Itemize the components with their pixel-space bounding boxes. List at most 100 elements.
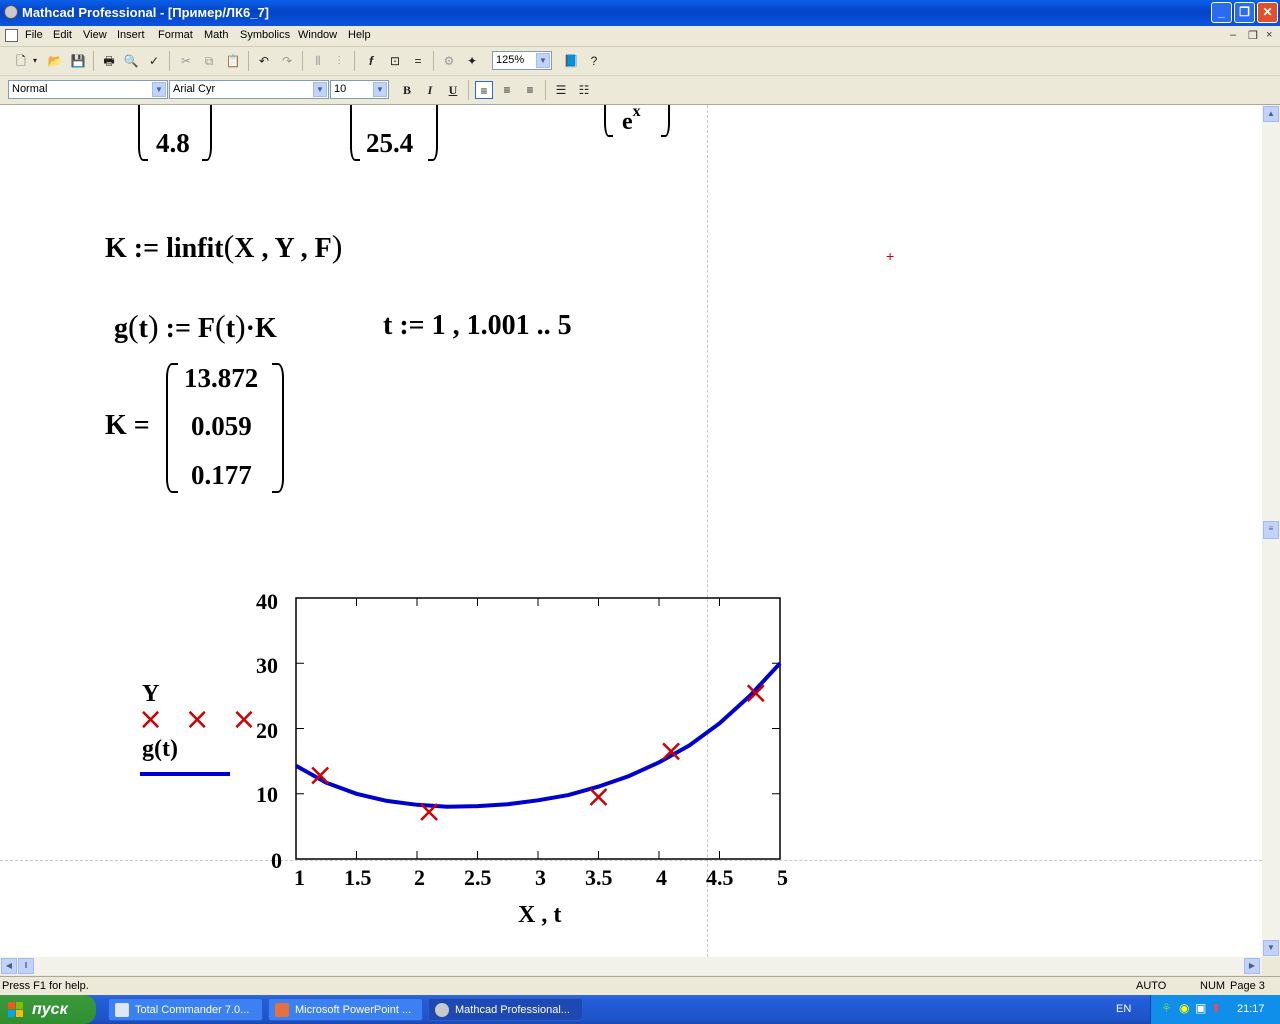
resources-icon[interactable]: 📘 [562,52,580,70]
status-calc-mode[interactable]: AUTO [1136,980,1166,992]
plot-frame [295,597,781,860]
print-icon[interactable]: 🖶 [100,52,118,70]
chevron-down-icon[interactable]: ▼ [536,53,550,68]
align-center-icon[interactable]: ≡ [498,81,516,99]
scroll-right-icon[interactable]: ▶ [1244,958,1260,974]
insert-unit-icon[interactable]: ⊡ [386,52,404,70]
mathcad-icon [435,1003,449,1017]
scroll-thumb[interactable]: ≡ [1263,521,1279,539]
doc-close-icon[interactable]: × [1266,29,1272,41]
scroll-left-icon[interactable]: ◀ [1,958,17,974]
doc-minimize-icon[interactable]: – [1230,29,1236,41]
clock[interactable]: 21:17 [1237,1003,1265,1015]
align-left-icon[interactable]: ≡ [475,81,493,99]
menu-edit[interactable]: Edit [53,29,72,41]
paste-icon[interactable]: 📋 [224,52,242,70]
menu-symbolics[interactable]: Symbolics [240,29,290,41]
data-point-marker [589,788,608,806]
new-dropdown-icon[interactable]: ▾ [30,52,40,70]
insert-component-icon[interactable]: ⚙ [440,52,458,70]
vector-y-last[interactable]: 25.4 [366,128,413,159]
k-result-label[interactable]: K = [105,410,150,442]
chevron-down-icon[interactable]: ▼ [373,82,387,97]
window-title: Mathcad Professional - [Пример/ЛК6_7] [22,5,269,20]
mathcad-app-icon[interactable] [4,5,18,19]
status-bar: Press F1 for help. AUTO NUM Page 3 [0,976,1280,996]
vector-f-last[interactable]: ex [622,105,641,136]
scroll-up-icon[interactable]: ▲ [1263,106,1279,122]
align-across-icon[interactable]: ⫴ [309,52,327,70]
document-icon[interactable] [5,29,18,42]
calculate-icon[interactable]: = [409,52,427,70]
var-k: K [105,410,127,441]
insert-function-icon[interactable]: f [362,52,380,70]
align-right-icon[interactable]: ≡ [521,81,539,99]
multiply-dot: · [245,313,256,344]
menu-insert[interactable]: Insert [117,29,145,41]
open-icon[interactable]: 📂 [46,52,64,70]
help-icon[interactable]: ? [585,52,603,70]
worksheet[interactable]: 4.8 25.4 ex K := linfit(X , Y , F) g(t) … [0,105,1262,957]
range-values: 1 , 1.001 .. 5 [431,310,572,341]
vector-x-last[interactable]: 4.8 [156,128,190,159]
font-size-select[interactable]: 10 ▼ [330,80,389,99]
redo-icon[interactable]: ↷ [278,52,296,70]
restore-button[interactable]: ❐ [1234,2,1255,23]
toolbar-separator [169,51,170,71]
close-button[interactable]: ✕ [1257,2,1278,23]
language-indicator[interactable]: EN [1116,1003,1131,1015]
numbering-icon[interactable]: ☷ [575,81,593,99]
scroll-down-icon[interactable]: ▼ [1263,940,1279,956]
tray-network-icon[interactable]: ⚘ [1161,1001,1172,1015]
k-value-2: 0.177 [191,460,252,490]
print-preview-icon[interactable]: 🔍 [122,52,140,70]
menu-file[interactable]: File [25,29,43,41]
chevron-down-icon[interactable]: ▼ [313,82,327,97]
bold-button[interactable]: B [398,81,416,99]
exp-base: e [622,109,633,135]
horizontal-scrollbar[interactable]: ◀ ‖ ▶ [0,957,1262,975]
menu-window[interactable]: Window [298,29,337,41]
chevron-down-icon[interactable]: ▼ [152,82,166,97]
doc-restore-icon[interactable]: ❐ [1248,29,1258,42]
menu-view[interactable]: View [83,29,107,41]
t-range-definition[interactable]: t := 1 , 1.001 .. 5 [383,310,572,342]
bullets-icon[interactable]: ☰ [552,81,570,99]
g-definition[interactable]: g(t) := F(t)·K [114,308,277,345]
font-select[interactable]: Arial Cyr ▼ [169,80,329,99]
italic-button[interactable]: I [421,81,439,99]
resource-center-icon[interactable]: ✦ [463,52,481,70]
linfit-definition[interactable]: K := linfit(X , Y , F) [105,228,342,265]
tray-safely-remove-icon[interactable]: ⬆ [1211,1001,1221,1015]
x-tick-label: 4 [656,865,667,890]
scroll-thumb[interactable]: ‖ [18,958,34,974]
vertical-scrollbar[interactable]: ▲ ≡ ▼ [1262,105,1280,957]
menu-help[interactable]: Help [348,29,371,41]
task-mathcad[interactable]: Mathcad Professional... [428,998,583,1021]
new-document-icon[interactable]: 🗋 [12,52,30,70]
undo-icon[interactable]: ↶ [255,52,273,70]
page-break-horizontal [0,860,1262,861]
tray-status-icon[interactable]: ◉ [1179,1001,1189,1015]
cut-icon[interactable]: ✂ [177,52,195,70]
task-powerpoint[interactable]: Microsoft PowerPoint ... [268,998,423,1021]
powerpoint-icon [275,1003,289,1017]
menu-format[interactable]: Format [158,29,193,41]
save-icon[interactable]: 💾 [69,52,87,70]
tray-monitor-icon[interactable]: ▣ [1195,1001,1206,1015]
legend-g-label: g(t) [142,736,178,762]
zoom-select[interactable]: 125% ▼ [492,51,552,70]
underline-button[interactable]: U [444,81,462,99]
copy-icon[interactable]: ⧉ [200,52,218,70]
var-k: K [255,313,277,344]
start-button[interactable]: пуск [0,995,96,1024]
minimize-button[interactable]: _ [1211,2,1232,23]
task-total-commander[interactable]: Total Commander 7.0... [108,998,263,1021]
menu-math[interactable]: Math [204,29,228,41]
style-select[interactable]: Normal ▼ [8,80,168,99]
status-num: NUM [1200,980,1226,992]
legend-g-line [140,772,230,776]
xy-plot[interactable] [295,597,782,860]
align-down-icon[interactable]: ⫶ [330,52,348,70]
spell-check-icon[interactable]: ✓ [145,52,163,70]
